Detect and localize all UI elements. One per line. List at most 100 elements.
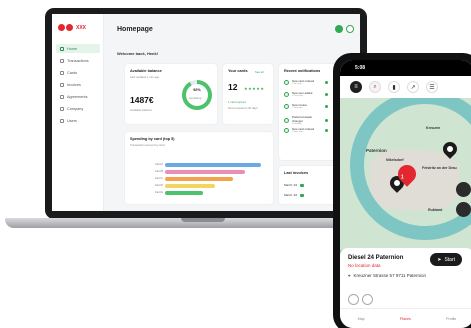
notification-text: Preferred dealer changed <box>292 115 313 123</box>
cards-expired-link[interactable]: 1 card expired <box>228 100 246 104</box>
sidebar-item-label: Invoices <box>67 82 81 87</box>
list-icon[interactable]: ☰ <box>426 81 438 93</box>
notification-item[interactable]: New invoice 1 hour ago <box>284 103 328 109</box>
navigation-icon: ➤ <box>437 256 442 263</box>
search-icon[interactable]: ⌕ <box>369 81 381 93</box>
notification-time: 2 min ago <box>292 83 302 85</box>
map-place-label: Kreuzen <box>426 126 441 130</box>
invoice-status-badge <box>300 193 305 197</box>
station-sheet[interactable]: Diesel 24 Paternion No location data ⌖ Kr… <box>340 248 471 308</box>
layers-button[interactable] <box>456 182 471 197</box>
transactions-icon <box>60 58 64 63</box>
stage: XXX Home Transactions Cards Invoices Agr… <box>0 0 471 328</box>
spending-card: Spending by card (top 5) Transaction amo… <box>125 132 273 204</box>
spending-bar-label: Card E <box>154 191 163 194</box>
invoice-status-badge <box>300 183 305 187</box>
invoice-row[interactable]: March '24 <box>284 183 305 187</box>
map-place-label: Rubland <box>428 208 443 212</box>
notification-icon <box>284 103 289 109</box>
sidebar-item-cards[interactable]: Cards <box>56 68 100 77</box>
nav-label: Places <box>399 316 411 321</box>
header-actions <box>335 25 354 33</box>
home-icon <box>60 46 64 51</box>
start-button-label: Start <box>444 256 455 263</box>
map-place-label: Paternion <box>366 148 387 153</box>
notification-icon[interactable] <box>346 25 354 33</box>
notification-item[interactable]: Preferred dealer changed Yesterday <box>284 115 328 125</box>
info-icon[interactable] <box>348 294 359 305</box>
spending-title: Spending by card (top 5) <box>130 137 175 141</box>
sidebar-item-invoices[interactable]: Invoices <box>56 80 100 89</box>
unread-dot-icon <box>325 92 328 96</box>
rating-stars: ★★★★★ <box>244 86 265 91</box>
notification-time: Yesterday <box>292 123 302 125</box>
sidebar-item-users[interactable]: Users <box>56 116 100 125</box>
unread-dot-icon <box>325 104 328 108</box>
balance-updated: Last updated 1 min ago <box>130 75 160 79</box>
sidebar-item-label: Cards <box>67 70 78 75</box>
filter-icon[interactable]: ≡ <box>350 81 362 93</box>
unread-dot-icon <box>325 118 328 122</box>
balance-amount: 1487€ <box>130 95 154 105</box>
notification-time: 2 days ago <box>292 131 303 133</box>
notification-item[interactable]: New card ordered 2 days ago <box>284 127 328 133</box>
notification-item[interactable]: New user added 12 min ago <box>284 91 328 97</box>
sidebar-item-company[interactable]: Company <box>56 104 100 113</box>
route-icon[interactable]: ↗ <box>407 81 419 93</box>
spending-bar-label: Card A <box>155 163 163 166</box>
sidebar-item-transactions[interactable]: Transactions <box>56 56 100 65</box>
help-icon[interactable] <box>335 25 343 33</box>
invoice-row[interactable]: March '24 <box>284 193 305 197</box>
brand-logo[interactable]: XXX <box>58 24 86 31</box>
bookmark-icon[interactable]: ▮ <box>388 81 400 93</box>
locate-button[interactable] <box>456 202 471 217</box>
spending-subtitle: Transaction amount by card <box>130 143 165 147</box>
page-title: Homepage <box>117 26 153 33</box>
notification-time: 12 min ago <box>292 95 303 97</box>
nav-item-profile[interactable]: Profile <box>446 317 456 321</box>
pin-badge: 1 <box>400 174 404 181</box>
notification-icon <box>284 127 289 133</box>
notification-item[interactable]: New card ordered 2 min ago <box>284 79 328 85</box>
cards-count: 12 <box>228 82 238 92</box>
spending-bar[interactable] <box>165 191 203 195</box>
spending-bar[interactable] <box>165 184 215 188</box>
map-toolbar: ≡ ⌕ ▮ ↗ ☰ <box>340 76 471 98</box>
map-place-label: Nikelsdorf <box>386 158 404 162</box>
notification-icon <box>284 79 289 85</box>
company-icon <box>60 106 64 111</box>
laptop-notch <box>181 218 225 222</box>
invoice-label: March '24 <box>284 193 298 197</box>
sidebar-item-agreements[interactable]: Agreements <box>56 92 100 101</box>
start-button[interactable]: ➤ Start <box>430 253 462 266</box>
spending-bar-label: Card D <box>154 184 163 187</box>
cards-card: Your cards See all 12 ★★★★★ 1 card expir… <box>223 64 273 124</box>
share-icon[interactable] <box>362 294 373 305</box>
spending-bar[interactable] <box>165 177 233 181</box>
notification-icon <box>284 91 289 97</box>
sidebar-item-label: Users <box>67 118 77 123</box>
sidebar-item-label: Home <box>67 46 78 51</box>
nav-item-map[interactable]: Map <box>358 317 365 321</box>
balance-percent: 92% <box>193 88 201 92</box>
nav-item-places[interactable]: Places <box>400 317 411 321</box>
cards-renewal: Next renewal in 30 days <box>228 106 258 110</box>
card-icon <box>60 70 64 75</box>
sidebar-item-label: Company <box>67 106 84 111</box>
users-icon <box>60 118 64 123</box>
sidebar-item-home[interactable]: Home <box>56 44 100 53</box>
nav-label: Map <box>357 316 365 321</box>
map-place-label: Feistritz an der Drau <box>422 166 457 170</box>
spending-bar[interactable] <box>165 170 245 174</box>
logo-dot-icon <box>58 24 65 31</box>
welcome-message: Welcome back, Henk! <box>117 51 159 56</box>
cards-see-all-link[interactable]: See all <box>255 70 264 74</box>
status-time: 5:08 <box>355 65 366 71</box>
sidebar: XXX Home Transactions Cards Invoices Agr… <box>52 14 104 211</box>
cards-title: Your cards <box>228 69 248 73</box>
notification-icon <box>284 117 289 123</box>
balance-donut <box>182 80 212 110</box>
station-address: ⌖ Kreuzner Strasse 57 9711 Paternion <box>348 273 466 278</box>
notification-time: 1 hour ago <box>292 107 303 109</box>
spending-bar[interactable] <box>165 163 261 167</box>
